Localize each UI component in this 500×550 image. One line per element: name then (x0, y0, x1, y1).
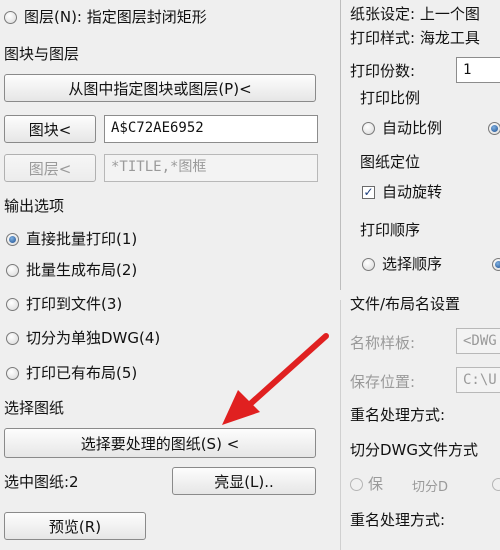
red-arrow-annotation (222, 333, 329, 425)
arrow-icon (222, 333, 329, 425)
